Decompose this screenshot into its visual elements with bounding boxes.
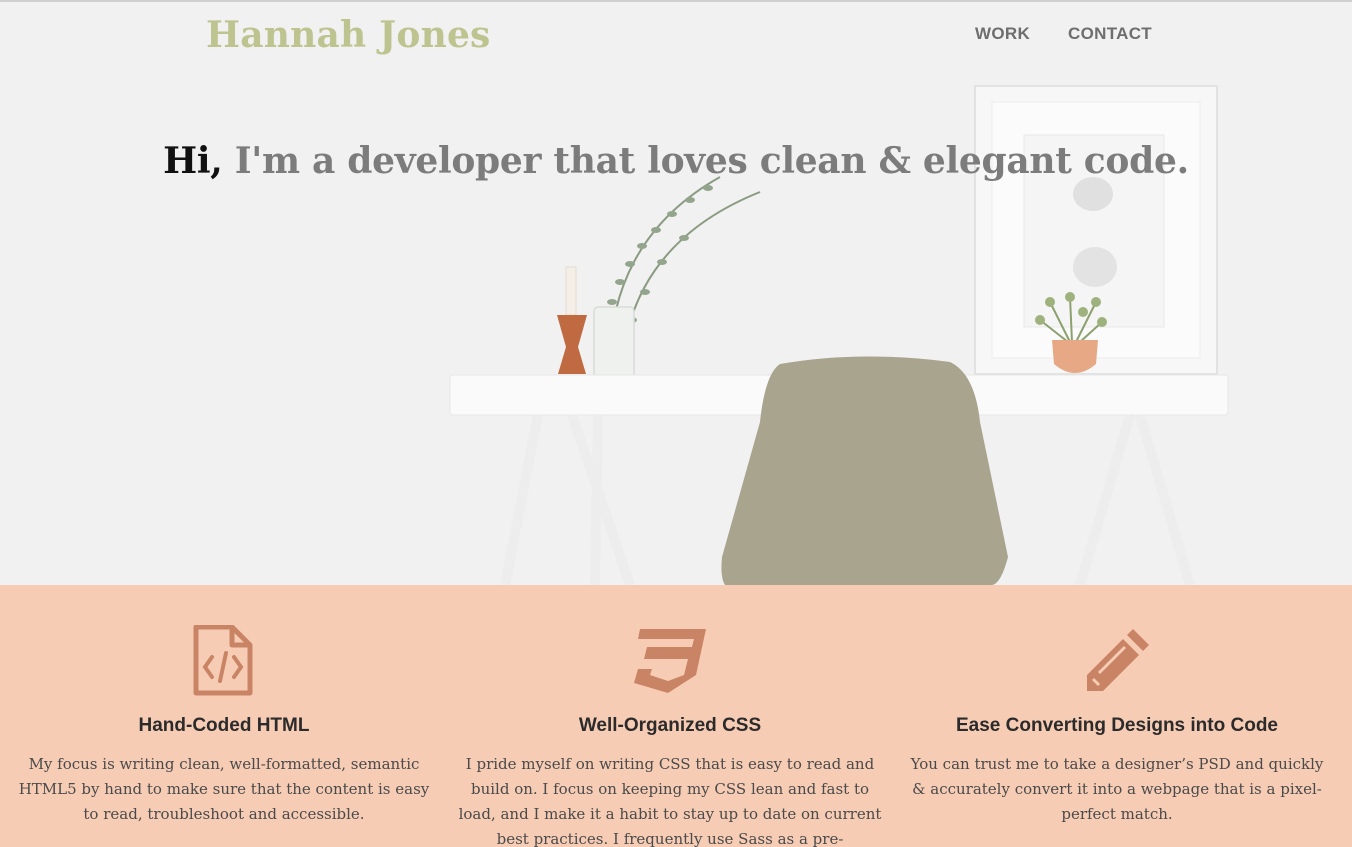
main-nav: WORK CONTACT bbox=[975, 24, 1152, 44]
css3-icon bbox=[634, 629, 706, 697]
pencil-icon bbox=[1085, 627, 1151, 697]
nav-contact-link[interactable]: CONTACT bbox=[1068, 24, 1152, 44]
picture-frame bbox=[974, 85, 1218, 375]
features-section: Hand-Coded HTML My focus is writing clea… bbox=[0, 585, 1352, 847]
hero-background-image bbox=[0, 2, 1352, 585]
hero-section: Hannah Jones WORK CONTACT Hi, I'm a deve… bbox=[0, 2, 1352, 585]
headline-hi: Hi, bbox=[163, 140, 223, 182]
file-code-icon bbox=[192, 624, 254, 701]
headline-text: I'm a developer that loves clean & elega… bbox=[222, 140, 1189, 182]
nav-work-link[interactable]: WORK bbox=[975, 24, 1030, 44]
hero-headline: Hi, I'm a developer that loves clean & e… bbox=[0, 140, 1352, 182]
feature-title: Well-Organized CSS bbox=[578, 715, 762, 736]
feature-title: Ease Converting Designs into Code bbox=[956, 715, 1278, 736]
brand-logo[interactable]: Hannah Jones bbox=[206, 14, 491, 56]
feature-title: Hand-Coded HTML bbox=[138, 715, 310, 736]
feature-description: I pride myself on writing CSS that is ea… bbox=[458, 755, 882, 847]
feature-description: My focus is writing clean, well-formatte… bbox=[18, 755, 430, 823]
feature-description: You can trust me to take a designer’s PS… bbox=[910, 755, 1324, 823]
